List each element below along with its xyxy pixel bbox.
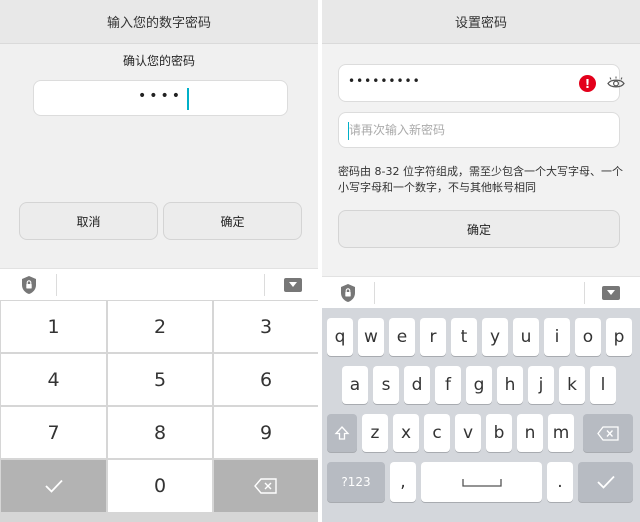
key-y[interactable]: y	[482, 318, 508, 356]
numpad-key-2[interactable]: 2	[108, 301, 212, 352]
key-m[interactable]: m	[548, 414, 574, 452]
toolbar-divider	[374, 282, 375, 304]
key-comma[interactable]: ,	[390, 462, 416, 502]
key-a[interactable]: a	[342, 366, 368, 404]
key-t[interactable]: t	[451, 318, 477, 356]
pin-mask: ••••	[137, 88, 183, 104]
toolbar-divider	[264, 274, 265, 296]
numpad-done-button[interactable]	[1, 460, 106, 512]
numeric-keypad: 1 2 3 4 5 6 7 8 9 0	[0, 300, 318, 522]
key-v[interactable]: v	[455, 414, 481, 452]
pin-input[interactable]: ••••	[33, 80, 288, 116]
key-w[interactable]: w	[358, 318, 384, 356]
shield-icon[interactable]	[20, 275, 38, 295]
check-icon	[44, 479, 63, 493]
key-r[interactable]: r	[420, 318, 446, 356]
text-caret	[187, 88, 189, 110]
keyboard-toolbar	[322, 276, 640, 308]
numpad-key-1[interactable]: 1	[1, 301, 106, 352]
key-s[interactable]: s	[373, 366, 399, 404]
keyboard-collapse-icon[interactable]	[602, 286, 620, 300]
eye-icon[interactable]	[607, 75, 625, 92]
key-u[interactable]: u	[513, 318, 539, 356]
new-password-field[interactable]: ••••••••• !	[338, 64, 625, 102]
key-q[interactable]: q	[327, 318, 353, 356]
key-o[interactable]: o	[575, 318, 601, 356]
key-b[interactable]: b	[486, 414, 512, 452]
numpad-key-3[interactable]: 3	[214, 301, 318, 352]
qwerty-keyboard: q w e r t y u i o p a s d f g h j k l z …	[322, 308, 640, 522]
cancel-button[interactable]: 取消	[19, 202, 158, 240]
key-g[interactable]: g	[466, 366, 492, 404]
set-password-screen: 设置密码 ••••••••• ! 密码由 8-32 位字符组成，需至少包含一个大…	[322, 0, 640, 522]
numpad-backspace-button[interactable]	[214, 460, 318, 512]
shift-icon	[334, 426, 350, 440]
key-i[interactable]: i	[544, 318, 570, 356]
key-d[interactable]: d	[404, 366, 430, 404]
keyboard-collapse-icon[interactable]	[284, 278, 302, 292]
page-title: 输入您的数字密码	[0, 0, 318, 44]
key-p[interactable]: p	[606, 318, 632, 356]
confirm-password-field[interactable]	[338, 112, 620, 148]
key-h[interactable]: h	[497, 366, 523, 404]
space-icon	[461, 479, 502, 487]
toolbar-divider	[56, 274, 57, 296]
password-rules-hint: 密码由 8-32 位字符组成，需至少包含一个大写字母、一个小写字母和一个数字，不…	[338, 165, 623, 194]
symbols-key[interactable]: ?123	[327, 462, 385, 502]
numpad-key-6[interactable]: 6	[214, 354, 318, 405]
numpad-key-5[interactable]: 5	[108, 354, 212, 405]
space-key[interactable]	[421, 462, 542, 502]
numpad-key-7[interactable]: 7	[1, 407, 106, 458]
key-c[interactable]: c	[424, 414, 450, 452]
password-mask: •••••••••	[348, 74, 421, 88]
backspace-key[interactable]	[583, 414, 633, 452]
key-f[interactable]: f	[435, 366, 461, 404]
confirm-password-input[interactable]	[349, 119, 609, 141]
key-k[interactable]: k	[559, 366, 585, 404]
key-e[interactable]: e	[389, 318, 415, 356]
numpad-key-9[interactable]: 9	[214, 407, 318, 458]
backspace-icon	[597, 425, 619, 441]
confirm-button[interactable]: 确定	[163, 202, 302, 240]
numpad-key-4[interactable]: 4	[1, 354, 106, 405]
key-z[interactable]: z	[362, 414, 388, 452]
numpad-key-0[interactable]: 0	[108, 460, 212, 512]
done-key[interactable]	[578, 462, 633, 502]
key-x[interactable]: x	[393, 414, 419, 452]
page-title: 设置密码	[322, 0, 640, 44]
check-icon	[596, 475, 615, 489]
toolbar-divider	[584, 282, 585, 304]
key-n[interactable]: n	[517, 414, 543, 452]
confirm-password-label: 确认您的密码	[122, 54, 195, 68]
backspace-icon	[254, 478, 277, 494]
keyboard-toolbar	[0, 268, 318, 300]
numpad-key-8[interactable]: 8	[108, 407, 212, 458]
shift-key[interactable]	[327, 414, 357, 452]
numeric-password-screen: 输入您的数字密码 确认您的密码 •••• 取消 确定 1 2 3 4 5 6 7…	[0, 0, 318, 522]
confirm-button[interactable]: 确定	[338, 210, 620, 248]
shield-icon[interactable]	[339, 283, 357, 303]
key-j[interactable]: j	[528, 366, 554, 404]
key-l[interactable]: l	[590, 366, 616, 404]
key-period[interactable]: .	[547, 462, 573, 502]
error-icon[interactable]: !	[579, 75, 596, 92]
